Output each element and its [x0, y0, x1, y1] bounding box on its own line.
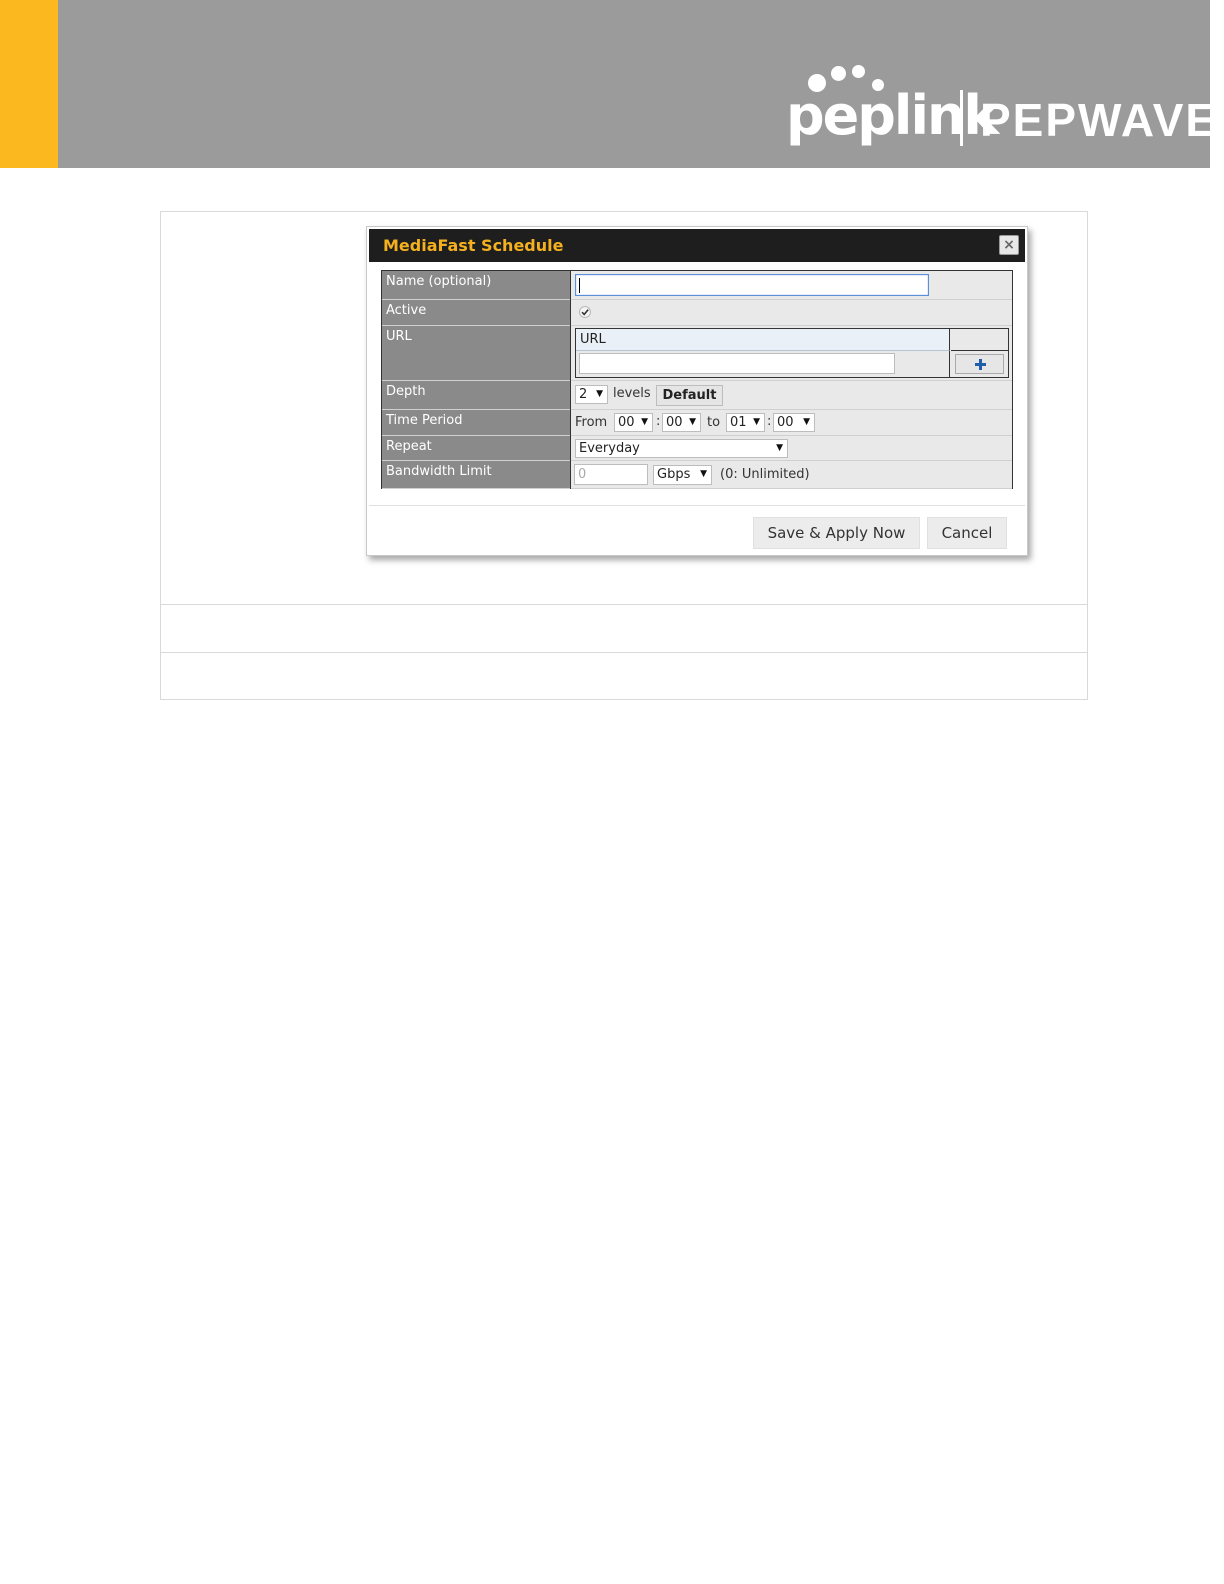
cancel-button[interactable]: Cancel — [927, 517, 1007, 549]
name-input[interactable] — [575, 274, 929, 296]
text-caret — [579, 278, 580, 293]
save-apply-button[interactable]: Save & Apply Now — [753, 517, 920, 549]
chevron-down-icon: ▼ — [803, 417, 810, 427]
dialog-title: MediaFast Schedule — [383, 236, 564, 255]
form-row-repeat: Repeat Everyday ▼ — [382, 436, 1012, 461]
repeat-label: Repeat — [382, 436, 570, 461]
bandwidth-hint: (0: Unlimited) — [720, 467, 810, 482]
time-colon: : — [767, 414, 772, 429]
bandwidth-input[interactable]: 0 — [574, 464, 648, 485]
time-period-label: Time Period — [382, 410, 570, 436]
url-header-spacer — [951, 329, 1008, 351]
chevron-down-icon: ▼ — [700, 469, 707, 479]
dialog-titlebar: MediaFast Schedule × — [369, 229, 1025, 262]
url-label: URL — [382, 326, 570, 381]
chevron-down-icon: ▼ — [753, 417, 760, 427]
form-row-url: URL URL — [382, 326, 1012, 381]
bandwidth-unit-select[interactable]: Gbps ▼ — [653, 465, 712, 485]
frame-divider — [161, 652, 1087, 653]
form-row-bandwidth: Bandwidth Limit 0 Gbps ▼ (0: Unlimited) — [382, 461, 1012, 489]
time-period-value-cell: From 00 ▼ : 00 ▼ to 01 ▼ : 00 ▼ — [571, 410, 1012, 436]
depth-select[interactable]: 2 ▼ — [575, 385, 608, 404]
active-checkbox[interactable] — [579, 306, 591, 318]
repeat-select[interactable]: Everyday ▼ — [575, 439, 788, 458]
peplink-pepwave-logo: peplink PEPWAVE — [786, 62, 1216, 152]
chevron-down-icon: ▼ — [689, 417, 696, 427]
active-value-cell — [571, 300, 1012, 326]
active-label: Active — [382, 300, 570, 326]
from-hour-select[interactable]: 00 ▼ — [614, 413, 653, 432]
close-icon[interactable]: × — [999, 235, 1019, 255]
depth-default-button[interactable]: Default — [656, 385, 723, 406]
form-row-name: Name (optional) — [382, 271, 1012, 300]
schedule-form: Name (optional) Active URL URL Depth 2 ▼… — [381, 270, 1013, 489]
form-row-active: Active — [382, 300, 1012, 326]
url-value-cell: URL — [571, 326, 1012, 381]
banner-accent-bar — [0, 0, 58, 168]
name-label: Name (optional) — [382, 271, 570, 300]
logo-pepwave-text: PEPWAVE — [980, 94, 1219, 146]
depth-value-cell: 2 ▼ levels Default — [571, 381, 1012, 410]
logo-divider — [960, 90, 963, 146]
mediafast-schedule-dialog: MediaFast Schedule × Name (optional) Act… — [366, 226, 1028, 556]
name-value-cell — [571, 271, 1012, 300]
logo-peplink-text: peplink — [786, 84, 999, 147]
url-input[interactable] — [579, 353, 895, 374]
bandwidth-value-cell: 0 Gbps ▼ (0: Unlimited) — [571, 461, 1012, 489]
chevron-down-icon: ▼ — [641, 417, 648, 427]
form-row-depth: Depth 2 ▼ levels Default — [382, 381, 1012, 410]
url-column-header: URL — [576, 329, 950, 351]
to-label: to — [707, 415, 721, 430]
bandwidth-label: Bandwidth Limit — [382, 461, 570, 489]
form-row-time-period: Time Period From 00 ▼ : 00 ▼ to 01 ▼ : 00 ▼ — [382, 410, 1012, 436]
to-hour-select[interactable]: 01 ▼ — [726, 413, 765, 432]
depth-label: Depth — [382, 381, 570, 410]
frame-divider — [161, 604, 1087, 605]
header-banner: peplink PEPWAVE — [0, 0, 1224, 168]
depth-suffix: levels — [613, 386, 651, 401]
dialog-footer-divider — [369, 505, 1025, 506]
url-entry-cell — [576, 351, 950, 377]
from-label: From — [575, 415, 608, 430]
to-minute-select[interactable]: 00 ▼ — [773, 413, 815, 432]
add-url-button[interactable] — [955, 354, 1004, 374]
from-minute-select[interactable]: 00 ▼ — [662, 413, 701, 432]
chevron-down-icon: ▼ — [776, 443, 783, 453]
chevron-down-icon: ▼ — [596, 389, 603, 399]
url-table: URL — [575, 328, 1009, 378]
repeat-value-cell: Everyday ▼ — [571, 436, 1012, 461]
time-colon: : — [656, 414, 661, 429]
